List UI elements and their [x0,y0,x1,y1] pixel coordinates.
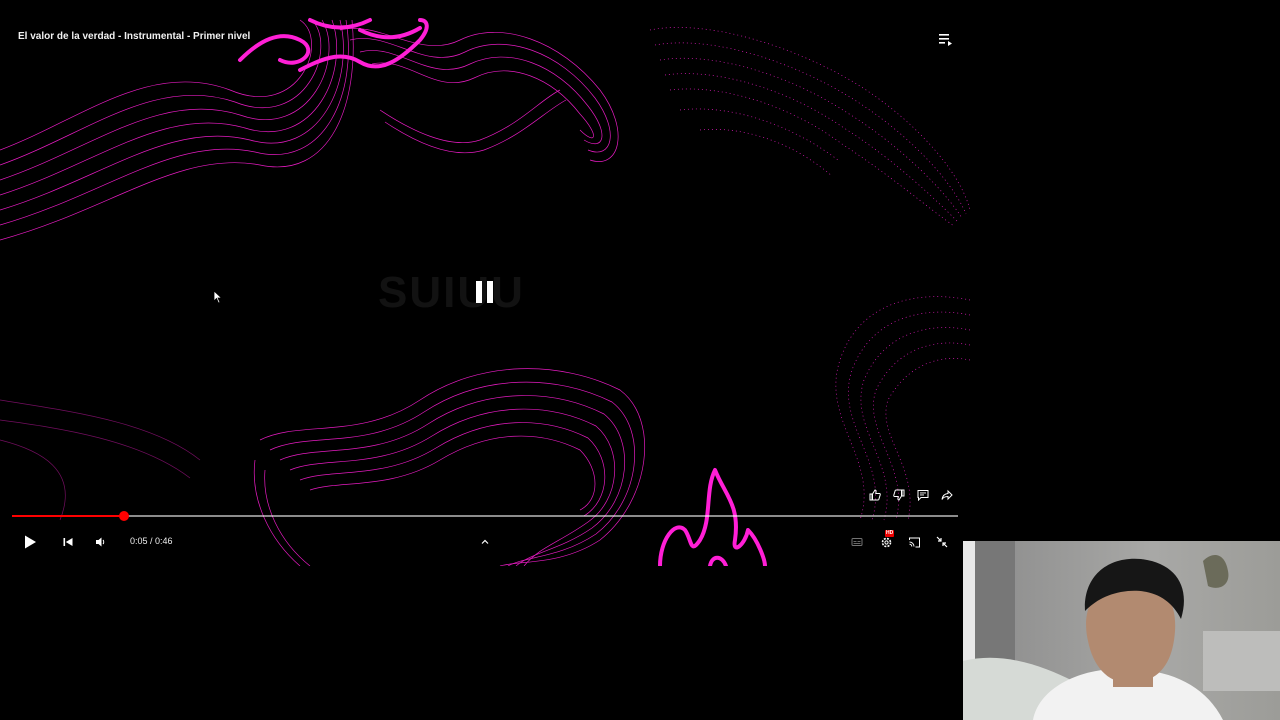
video-title[interactable]: El valor de la verdad - Instrumental - P… [18,31,250,42]
watermark-text: SUIUU [378,268,525,317]
webcam-overlay [963,541,1280,720]
playlist-icon[interactable] [936,30,956,50]
time-separator: / [147,536,156,546]
progress-played [12,515,124,517]
share-icon[interactable] [938,486,956,504]
scrubber-handle[interactable] [118,511,129,521]
play-icon[interactable] [20,532,40,552]
thumbs-up-icon[interactable] [866,486,884,504]
thumbs-down-icon[interactable] [890,486,908,504]
chevron-up-icon[interactable] [475,532,495,552]
volume-icon[interactable] [91,532,111,552]
mouse-cursor-icon [213,290,223,304]
video-player[interactable]: El valor de la verdad - Instrumental - P… [0,0,970,566]
pause-icon[interactable] [470,276,500,310]
gear-icon[interactable]: HD [876,530,896,552]
progress-bar[interactable] [12,511,958,521]
webcam-feed [963,541,1280,720]
time-display: 0:05 / 0:46 [130,536,173,546]
comment-icon[interactable] [914,486,932,504]
hd-badge: HD [885,530,895,537]
control-bar: 0:05 / 0:46 HD [0,528,970,556]
exit-fullscreen-icon[interactable] [932,532,952,552]
subtitles-icon[interactable] [847,532,867,552]
skip-previous-icon[interactable] [58,532,78,552]
engagement-bar [866,486,956,504]
cast-icon[interactable] [904,532,924,552]
current-time: 0:05 [130,536,148,546]
duration: 0:46 [155,536,173,546]
